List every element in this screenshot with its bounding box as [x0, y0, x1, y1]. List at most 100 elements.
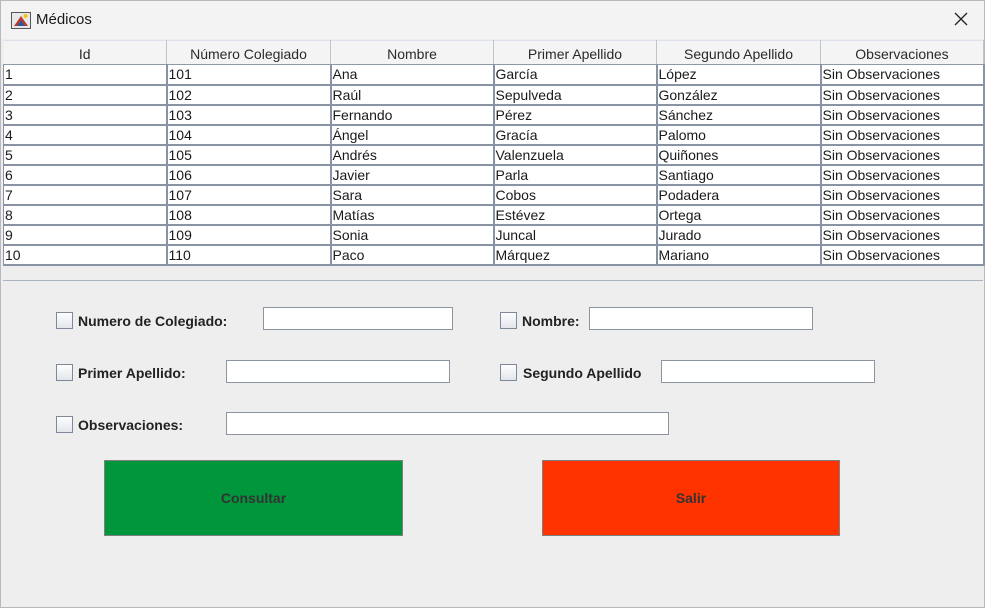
cell-nombre[interactable]: Ángel: [330, 124, 495, 146]
table-row[interactable]: 1 101 Ana García López Sin Observaciones: [3, 64, 985, 86]
cell-nombre[interactable]: Javier: [330, 164, 495, 186]
primer-apellido-input[interactable]: [226, 360, 450, 383]
cell-primer-apellido[interactable]: Márquez: [493, 244, 658, 266]
column-header-primer-apellido[interactable]: Primer Apellido: [493, 40, 657, 65]
cell-primer-apellido[interactable]: Cobos: [493, 184, 658, 206]
cell-segundo-apellido[interactable]: Podadera: [656, 184, 822, 206]
cell-id[interactable]: 7: [3, 184, 168, 206]
cell-numero-colegiado[interactable]: 105: [166, 144, 332, 166]
table-row[interactable]: 9 109 Sonia Juncal Jurado Sin Observaciones: [3, 224, 985, 246]
cell-nombre[interactable]: Raúl: [330, 84, 495, 106]
segundo-apellido-input[interactable]: [661, 360, 875, 383]
medicos-table[interactable]: Id Número Colegiado Nombre Primer Apelli…: [3, 40, 985, 266]
segundo-apellido-checkbox[interactable]: [500, 364, 517, 381]
cell-observaciones[interactable]: Sin Observaciones: [820, 124, 985, 146]
close-button[interactable]: [937, 1, 984, 39]
column-header-nombre[interactable]: Nombre: [330, 40, 494, 65]
cell-segundo-apellido[interactable]: Sánchez: [656, 104, 822, 126]
table-row[interactable]: 10 110 Paco Márquez Mariano Sin Observaciones: [3, 244, 985, 266]
cell-observaciones[interactable]: Sin Observaciones: [820, 204, 985, 226]
table-header-row: Id Número Colegiado Nombre Primer Apelli…: [3, 40, 984, 65]
cell-numero-colegiado[interactable]: 109: [166, 224, 332, 246]
cell-segundo-apellido[interactable]: Quiñones: [656, 144, 822, 166]
cell-id[interactable]: 2: [3, 84, 168, 106]
cell-observaciones[interactable]: Sin Observaciones: [820, 104, 985, 126]
numero-colegiado-input[interactable]: [263, 307, 453, 330]
cell-segundo-apellido[interactable]: Santiago: [656, 164, 822, 186]
cell-nombre[interactable]: Matías: [330, 204, 495, 226]
cell-nombre[interactable]: Fernando: [330, 104, 495, 126]
close-icon: [954, 12, 968, 29]
cell-id[interactable]: 9: [3, 224, 168, 246]
cell-primer-apellido[interactable]: Valenzuela: [493, 144, 658, 166]
table-row[interactable]: 8 108 Matías Estévez Ortega Sin Observaciones: [3, 204, 985, 226]
cell-id[interactable]: 10: [3, 244, 168, 266]
cell-segundo-apellido[interactable]: López: [656, 64, 822, 86]
numero-colegiado-label: Numero de Colegiado:: [78, 313, 228, 329]
cell-primer-apellido[interactable]: Sepulveda: [493, 84, 658, 106]
cell-numero-colegiado[interactable]: 106: [166, 164, 332, 186]
salir-button[interactable]: Salir: [542, 460, 840, 536]
cell-id[interactable]: 4: [3, 124, 168, 146]
cell-segundo-apellido[interactable]: González: [656, 84, 822, 106]
cell-observaciones[interactable]: Sin Observaciones: [820, 224, 985, 246]
nombre-input[interactable]: [589, 307, 813, 330]
cell-nombre[interactable]: Andrés: [330, 144, 495, 166]
table-row[interactable]: 7 107 Sara Cobos Podadera Sin Observaciones: [3, 184, 985, 206]
cell-nombre[interactable]: Sonia: [330, 224, 495, 246]
segundo-apellido-label: Segundo Apellido: [523, 365, 642, 381]
nombre-checkbox[interactable]: [500, 312, 517, 329]
cell-observaciones[interactable]: Sin Observaciones: [820, 244, 985, 266]
cell-id[interactable]: 6: [3, 164, 168, 186]
cell-nombre[interactable]: Ana: [330, 64, 495, 86]
cell-segundo-apellido[interactable]: Jurado: [656, 224, 822, 246]
cell-segundo-apellido[interactable]: Mariano: [656, 244, 822, 266]
cell-segundo-apellido[interactable]: Ortega: [656, 204, 822, 226]
cell-numero-colegiado[interactable]: 108: [166, 204, 332, 226]
cell-observaciones[interactable]: Sin Observaciones: [820, 184, 985, 206]
medicos-window: Médicos Id Número Colegiado Nombre Prime…: [0, 0, 985, 608]
cell-nombre[interactable]: Paco: [330, 244, 495, 266]
cell-id[interactable]: 3: [3, 104, 168, 126]
cell-observaciones[interactable]: Sin Observaciones: [820, 84, 985, 106]
medicos-table-container: Id Número Colegiado Nombre Primer Apelli…: [3, 40, 985, 281]
table-row[interactable]: 3 103 Fernando Pérez Sánchez Sin Observacione…: [3, 104, 985, 126]
title-bar[interactable]: Médicos: [1, 1, 984, 39]
cell-numero-colegiado[interactable]: 110: [166, 244, 332, 266]
cell-primer-apellido[interactable]: Gracía: [493, 124, 658, 146]
column-header-observaciones[interactable]: Observaciones: [820, 40, 984, 65]
primer-apellido-checkbox[interactable]: [56, 364, 73, 381]
window-title: Médicos: [36, 11, 92, 28]
cell-numero-colegiado[interactable]: 104: [166, 124, 332, 146]
cell-primer-apellido[interactable]: Estévez: [493, 204, 658, 226]
cell-observaciones[interactable]: Sin Observaciones: [820, 144, 985, 166]
observaciones-checkbox[interactable]: [56, 416, 73, 433]
column-header-id[interactable]: Id: [3, 40, 167, 65]
consultar-button-label: Consultar: [220, 490, 287, 506]
cell-nombre[interactable]: Sara: [330, 184, 495, 206]
cell-numero-colegiado[interactable]: 101: [166, 64, 332, 86]
cell-id[interactable]: 5: [3, 144, 168, 166]
column-header-segundo-apellido[interactable]: Segundo Apellido: [656, 40, 821, 65]
cell-primer-apellido[interactable]: Parla: [493, 164, 658, 186]
cell-observaciones[interactable]: Sin Observaciones: [820, 164, 985, 186]
cell-numero-colegiado[interactable]: 107: [166, 184, 332, 206]
cell-primer-apellido[interactable]: Juncal: [493, 224, 658, 246]
column-header-numero-colegiado[interactable]: Número Colegiado: [166, 40, 331, 65]
cell-primer-apellido[interactable]: Pérez: [493, 104, 658, 126]
table-row[interactable]: 2 102 Raúl Sepulveda González Sin Observacion…: [3, 84, 985, 106]
salir-button-label: Salir: [675, 490, 707, 506]
cell-primer-apellido[interactable]: García: [493, 64, 658, 86]
cell-id[interactable]: 8: [3, 204, 168, 226]
cell-observaciones[interactable]: Sin Observaciones: [820, 64, 985, 86]
numero-colegiado-checkbox[interactable]: [56, 312, 73, 329]
consultar-button[interactable]: Consultar: [104, 460, 403, 536]
cell-numero-colegiado[interactable]: 103: [166, 104, 332, 126]
cell-segundo-apellido[interactable]: Palomo: [656, 124, 822, 146]
observaciones-input[interactable]: [226, 412, 669, 435]
table-row[interactable]: 5 105 Andrés Valenzuela Quiñones Sin Observac…: [3, 144, 985, 166]
table-row[interactable]: 4 104 Ángel Gracía Palomo Sin Observaciones: [3, 124, 985, 146]
cell-numero-colegiado[interactable]: 102: [166, 84, 332, 106]
cell-id[interactable]: 1: [3, 64, 168, 86]
table-row[interactable]: 6 106 Javier Parla Santiago Sin Observaciones: [3, 164, 985, 186]
